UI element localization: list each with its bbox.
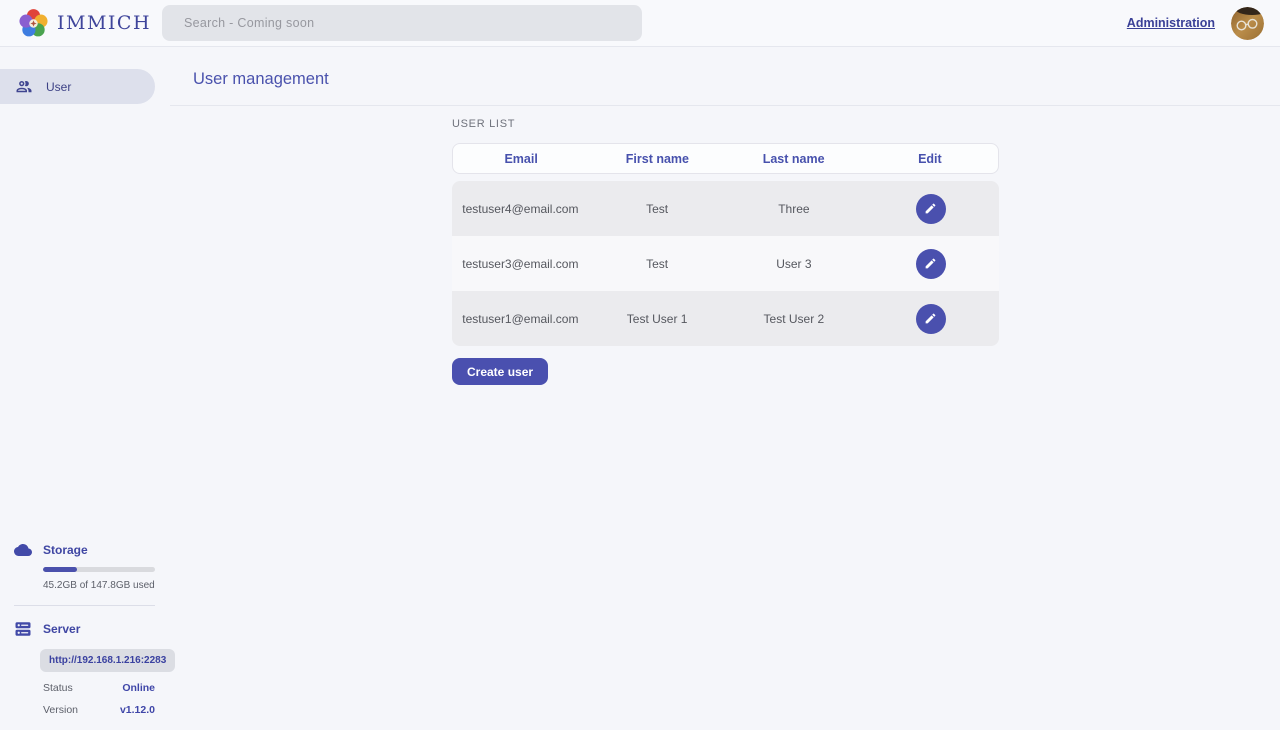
sidebar: User Storage 45.2GB of 147.8GB used Serv… <box>0 47 170 730</box>
column-header-last-name: Last name <box>726 152 862 166</box>
column-header-edit: Edit <box>862 152 998 166</box>
server-status-row: Status Online <box>43 682 155 694</box>
logo-text: IMMICH <box>57 12 151 34</box>
top-navbar: IMMICH Search - Coming soon Administrati… <box>0 0 1280 47</box>
user-avatar[interactable] <box>1231 7 1264 40</box>
sidebar-item-user-label: User <box>46 80 71 94</box>
storage-section-header: Storage <box>0 541 170 559</box>
user-email-cell: testuser3@email.com <box>452 257 589 271</box>
immich-logo[interactable]: IMMICH <box>0 7 162 40</box>
edit-user-button[interactable] <box>916 304 946 334</box>
server-title: Server <box>43 622 80 636</box>
user-last-name-cell: Test User 2 <box>726 312 863 326</box>
cloud-icon <box>14 541 32 559</box>
server-version-row: Version v1.12.0 <box>43 704 155 716</box>
column-header-first-name: First name <box>589 152 725 166</box>
pencil-icon <box>924 312 937 325</box>
status-label: Status <box>43 682 73 694</box>
storage-title: Storage <box>43 543 88 557</box>
table-header-row: Email First name Last name Edit <box>452 143 999 174</box>
user-table: Email First name Last name Edit testuser… <box>452 143 999 346</box>
user-edit-cell <box>862 304 999 334</box>
user-edit-cell <box>862 249 999 279</box>
sidebar-item-user[interactable]: User <box>0 69 155 104</box>
server-url-badge: http://192.168.1.216:2283 <box>40 649 175 672</box>
navbar-right: Administration <box>1127 7 1280 40</box>
page-title: User management <box>193 70 1280 89</box>
edit-user-button[interactable] <box>916 194 946 224</box>
column-header-email: Email <box>453 152 589 166</box>
user-last-name-cell: User 3 <box>726 257 863 271</box>
user-email-cell: testuser1@email.com <box>452 312 589 326</box>
storage-progress-fill <box>43 567 77 572</box>
table-row: testuser3@email.com Test User 3 <box>452 236 999 291</box>
user-last-name-cell: Three <box>726 202 863 216</box>
table-row: testuser1@email.com Test User 1 Test Use… <box>452 291 999 346</box>
main-content: User management USER LIST Email First na… <box>170 47 1280 730</box>
search-placeholder: Search - Coming soon <box>184 16 314 30</box>
version-value: v1.12.0 <box>120 704 155 716</box>
storage-progress-bar <box>43 567 155 572</box>
table-body: testuser4@email.com Test Three testuser3… <box>452 181 999 346</box>
server-icon <box>14 620 32 638</box>
user-first-name-cell: Test <box>589 257 726 271</box>
page-header: User management <box>170 47 1280 106</box>
immich-flower-icon <box>17 7 50 40</box>
user-list-panel: USER LIST Email First name Last name Edi… <box>170 106 1280 385</box>
table-row: testuser4@email.com Test Three <box>452 181 999 236</box>
pencil-icon <box>924 202 937 215</box>
search-bar[interactable]: Search - Coming soon <box>162 5 642 41</box>
sidebar-divider <box>14 605 155 606</box>
user-list-label: USER LIST <box>452 118 1280 130</box>
create-user-button[interactable]: Create user <box>452 358 548 385</box>
edit-user-button[interactable] <box>916 249 946 279</box>
server-section-header: Server <box>0 620 170 638</box>
sidebar-footer: Storage 45.2GB of 147.8GB used Server ht… <box>0 541 170 716</box>
user-first-name-cell: Test User 1 <box>589 312 726 326</box>
user-first-name-cell: Test <box>589 202 726 216</box>
storage-usage-text: 45.2GB of 147.8GB used <box>43 580 170 591</box>
user-edit-cell <box>862 194 999 224</box>
status-value: Online <box>122 682 155 694</box>
pencil-icon <box>924 257 937 270</box>
user-email-cell: testuser4@email.com <box>452 202 589 216</box>
administration-link[interactable]: Administration <box>1127 16 1215 30</box>
avatar-photo <box>1231 7 1264 40</box>
version-label: Version <box>43 704 78 716</box>
users-icon <box>15 78 33 96</box>
